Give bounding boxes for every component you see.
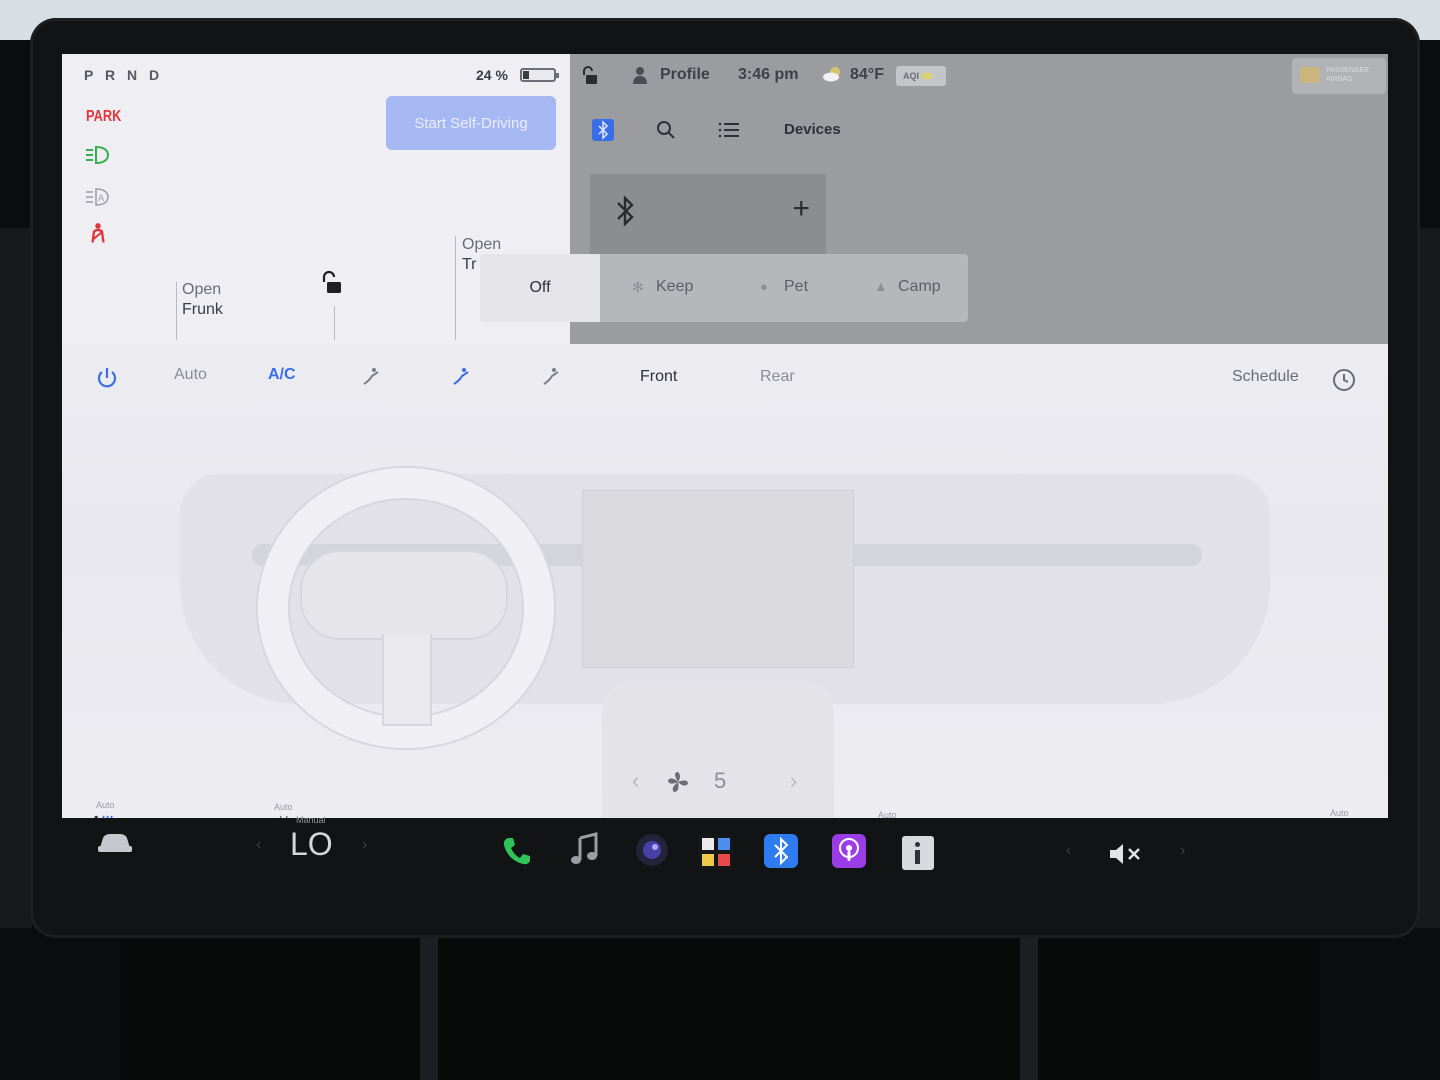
volume-up-icon[interactable]: › <box>1180 842 1185 860</box>
volume-muted-icon[interactable] <box>1108 842 1144 866</box>
start-self-driving-button[interactable]: Start Self-Driving <box>386 96 556 150</box>
airflow-feet-icon[interactable] <box>450 366 474 388</box>
rear-climate-tab[interactable]: Rear <box>760 368 795 386</box>
driver-seat-heater-icon[interactable] <box>92 812 118 818</box>
cabin-temperature[interactable]: LO <box>290 826 333 863</box>
unlock-icon[interactable] <box>320 270 346 296</box>
battery-icon <box>520 68 559 82</box>
search-icon[interactable] <box>656 120 676 140</box>
volume-down-icon[interactable]: ‹ <box>1066 842 1071 860</box>
bluetooth-icon <box>617 195 634 227</box>
front-climate-tab[interactable]: Front <box>640 368 677 386</box>
partly-cloudy-icon <box>823 67 840 82</box>
climate-panel: Auto A/C Front Rear Schedule Auto Auto ‹… <box>62 344 1388 818</box>
list-icon[interactable] <box>718 120 740 140</box>
auto-high-beam-icon: A <box>86 188 109 206</box>
mode-keep-button[interactable]: Keep <box>656 278 693 296</box>
frunk-line1: Open <box>182 281 222 298</box>
svg-text:A: A <box>98 194 105 204</box>
paw-icon: ● <box>760 279 768 294</box>
profile-button[interactable]: Profile <box>660 66 710 84</box>
airflow-windshield-icon[interactable] <box>540 366 564 388</box>
auto-button[interactable]: Auto <box>174 366 207 384</box>
toybox-icon[interactable] <box>698 834 734 870</box>
mode-off-button[interactable]: Off <box>480 254 600 322</box>
camera-icon[interactable] <box>634 832 670 868</box>
airbag-line1: PASSENGER <box>1326 67 1370 74</box>
battery-percent: 24 % <box>476 67 508 83</box>
bluetooth-device-card[interactable]: + <box>590 174 826 254</box>
open-frunk-button[interactable]: Open Frunk <box>182 280 223 320</box>
passenger-airbag-indicator: PASSENGER AIRBAG <box>1292 58 1386 94</box>
climate-keep-mode-selector: Off ✻ Keep ● Pet ▲ Camp <box>480 254 968 322</box>
schedule-button[interactable]: Schedule <box>1232 368 1299 386</box>
aqi-label: AQI <box>903 71 920 81</box>
touchscreen: P R N D PARK A 24 % Start Self-Driving O… <box>62 54 1388 818</box>
driver-seat-auto-label: Auto <box>96 800 115 810</box>
airflow-face-icon[interactable] <box>360 366 384 388</box>
seatbelt-warning-icon <box>91 223 105 243</box>
heated-steering-wheel-icon[interactable] <box>272 814 296 818</box>
passenger-seat-auto-label: Auto <box>1330 808 1349 818</box>
climate-power-icon[interactable] <box>96 366 118 390</box>
airbag-icon <box>1300 67 1320 83</box>
podcasts-icon[interactable] <box>832 834 866 868</box>
bluetooth-tab-icon[interactable] <box>592 119 614 141</box>
clock: 3:46 pm <box>738 66 799 83</box>
gear-selector: P R N D <box>84 67 164 83</box>
manual-info-icon[interactable] <box>902 836 934 870</box>
fan-icon <box>668 772 688 792</box>
car-icon[interactable] <box>96 830 134 856</box>
frunk-line2: Frunk <box>182 301 223 318</box>
recirculate-auto-label: Auto <box>878 810 897 818</box>
center-screen-illustration <box>582 490 854 668</box>
wheel-heater-auto-label: Auto <box>274 802 293 812</box>
clock-icon[interactable] <box>1332 368 1356 392</box>
bluetooth-app-icon[interactable] <box>764 834 798 868</box>
mode-camp-button[interactable]: Camp <box>898 278 941 296</box>
fan-decrease-icon[interactable]: ‹ <box>632 768 639 794</box>
aqi-badge: AQI <box>896 66 946 86</box>
fan-keep-icon: ✻ <box>632 279 644 295</box>
ac-button[interactable]: A/C <box>268 366 296 384</box>
status-bar: Profile 3:46 pm 84°F AQI PASSENGER AIRBA… <box>570 54 1388 96</box>
mode-pet-button[interactable]: Pet <box>784 278 808 296</box>
fan-increase-icon[interactable]: › <box>790 768 797 794</box>
headlight-icon <box>86 145 110 165</box>
temp-up-icon[interactable]: › <box>362 836 367 854</box>
airbag-line2: AIRBAG <box>1326 76 1353 83</box>
park-indicator: PARK <box>86 108 122 125</box>
profile-icon <box>633 67 647 84</box>
tent-icon: ▲ <box>874 278 888 294</box>
fan-speed: 5 <box>714 768 727 793</box>
outside-temperature: 84°F <box>850 66 884 83</box>
music-icon[interactable] <box>568 832 602 866</box>
temp-down-icon[interactable]: ‹ <box>256 836 261 854</box>
temp-mode-label: Manual <box>296 815 326 825</box>
trunk-line1: Open <box>462 236 502 253</box>
lock-status-icon[interactable] <box>582 66 600 86</box>
phone-icon[interactable] <box>500 834 534 868</box>
add-device-icon[interactable]: + <box>792 194 810 224</box>
steering-heater-icon[interactable] <box>182 814 208 818</box>
panel-title: Devices <box>784 121 841 138</box>
